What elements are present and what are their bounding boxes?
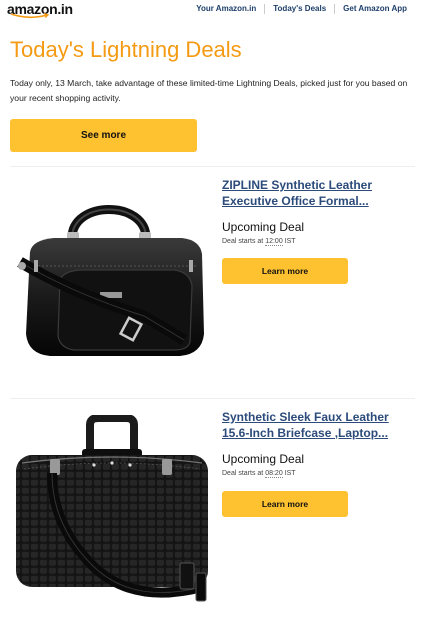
deal-2-title-line2: 15.6-Inch Briefcase ,Laptop... <box>222 425 389 440</box>
header: amazon.in Your Amazon.in Today's Deals G… <box>0 0 427 20</box>
see-more-button[interactable]: See more <box>10 119 197 152</box>
deal-1-status: Upcoming Deal <box>222 220 305 234</box>
deal-2-title-line1: Synthetic Sleek Faux Leather <box>222 410 389 424</box>
intro-text: Today only, 13 March, take advantage of … <box>10 78 408 103</box>
email-page: amazon.in Your Amazon.in Today's Deals G… <box>0 0 427 625</box>
deal-1-start-prefix: Deal starts at <box>222 238 264 245</box>
deal-1-title-line2: Executive Office Formal... <box>222 193 369 208</box>
nav-your-amazon[interactable]: Your Amazon.in <box>188 4 264 14</box>
smile-arrow-icon <box>10 13 50 19</box>
nav-get-app[interactable]: Get Amazon App <box>334 4 415 14</box>
header-nav: Your Amazon.in Today's Deals Get Amazon … <box>188 4 415 14</box>
page-title: Today's Lightning Deals <box>10 37 242 62</box>
divider <box>10 398 415 399</box>
deal-2-title[interactable]: Synthetic Sleek Faux Leather 15.6-Inch B… <box>222 410 417 441</box>
deal-2-learn-more-button[interactable]: Learn more <box>222 491 348 517</box>
deal-2-start-zone: IST <box>284 470 296 477</box>
deal-2-status: Upcoming Deal <box>222 452 305 466</box>
deal-2-start-prefix: Deal starts at <box>222 470 264 477</box>
deal-2-start: Deal starts at 08:20 IST <box>222 470 417 478</box>
nav-todays-deals[interactable]: Today's Deals <box>264 4 334 14</box>
deal-1-start-zone: IST <box>284 238 296 245</box>
deal-1-start-time: 12:00 <box>265 238 283 246</box>
deal-1-title[interactable]: ZIPLINE Synthetic Leather Executive Offi… <box>222 178 417 209</box>
deal-2-image[interactable] <box>12 415 212 617</box>
deal-2-start-time: 08:20 <box>265 470 283 478</box>
deal-1-info: ZIPLINE Synthetic Leather Executive Offi… <box>222 178 417 284</box>
deal-1-title-line1: ZIPLINE Synthetic Leather <box>222 178 373 192</box>
deal-1-start: Deal starts at 12:00 IST <box>222 238 417 246</box>
deal-2-info: Synthetic Sleek Faux Leather 15.6-Inch B… <box>222 410 417 517</box>
amazon-logo[interactable]: amazon.in <box>7 1 77 21</box>
deal-1-learn-more-button[interactable]: Learn more <box>222 258 348 284</box>
divider <box>10 166 415 167</box>
deal-1-image[interactable] <box>14 196 210 364</box>
